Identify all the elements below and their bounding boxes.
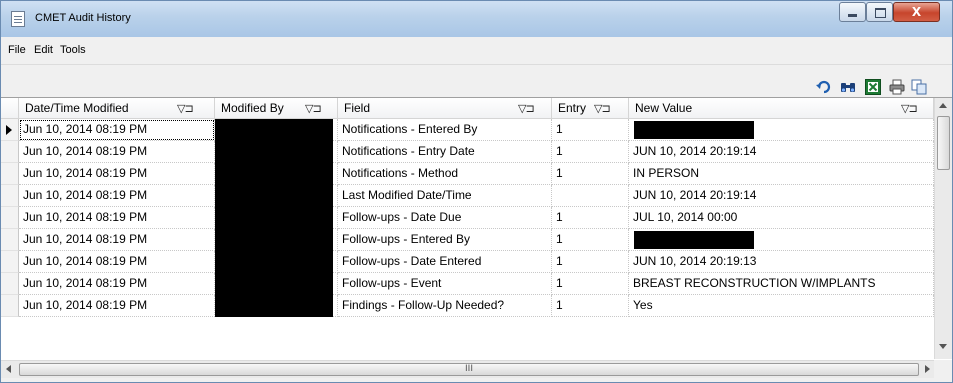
window-title: CMET Audit History [35,12,131,24]
field-cell[interactable]: Follow-ups - Date Due [338,207,552,229]
vertical-scroll-thumb[interactable] [937,116,950,170]
row-selector[interactable] [1,141,19,163]
row-selector[interactable] [1,185,19,207]
title-bar[interactable]: CMET Audit History X [1,1,952,37]
column-header-modified-by[interactable]: Modified By ▽⊐ [215,98,338,119]
excel-icon[interactable] [865,79,881,95]
minimize-button[interactable] [839,2,866,22]
entry-cell[interactable]: 1 [552,141,629,163]
new-value-cell[interactable]: Yes [629,295,934,317]
toolbar [1,65,952,97]
redaction-block [215,119,333,317]
date-cell[interactable]: Jun 10, 2014 08:19 PM [19,119,215,141]
vertical-scrollbar[interactable] [934,98,952,359]
filter-icon[interactable]: ▽⊐ [594,102,611,115]
new-value-cell[interactable]: JUN 10, 2014 20:19:14 [629,141,934,163]
audit-grid: Date/Time Modified ▽⊐ Modified By ▽⊐ Fie… [1,97,952,360]
row-selector[interactable] [1,207,19,229]
date-cell[interactable]: Jun 10, 2014 08:19 PM [19,141,215,163]
entry-cell[interactable] [552,185,629,207]
maximize-button[interactable] [866,2,893,22]
new-value-cell[interactable]: JUL 10, 2014 00:00 [629,207,934,229]
row-selector[interactable] [1,273,19,295]
menu-edit[interactable]: Edit [34,44,53,56]
field-cell[interactable]: Follow-ups - Date Entered [338,251,552,273]
scroll-left-icon[interactable] [6,365,11,373]
field-cell[interactable]: Last Modified Date/Time [338,185,552,207]
audit-history-window: CMET Audit History X File Edit Tools Dat… [0,0,953,383]
date-cell[interactable]: Jun 10, 2014 08:19 PM [19,229,215,251]
row-header-corner [1,98,19,119]
filter-icon[interactable]: ▽⊐ [518,102,535,115]
find-icon[interactable] [840,79,856,95]
scroll-right-icon[interactable] [925,365,930,373]
field-cell[interactable]: Notifications - Method [338,163,552,185]
row-selector[interactable] [1,251,19,273]
row-selector[interactable] [1,163,19,185]
date-cell[interactable]: Jun 10, 2014 08:19 PM [19,185,215,207]
column-header-field[interactable]: Field ▽⊐ [338,98,552,119]
filter-icon[interactable]: ▽⊐ [177,102,194,115]
menu-bar: File Edit Tools [1,37,952,65]
print-icon[interactable] [889,79,905,95]
scroll-up-icon[interactable] [939,103,947,108]
scrollbar-corner [934,360,952,378]
field-cell[interactable]: Follow-ups - Entered By [338,229,552,251]
row-selector[interactable] [1,119,19,141]
entry-cell[interactable]: 1 [552,119,629,141]
row-selector[interactable] [1,229,19,251]
field-cell[interactable]: Notifications - Entered By [338,119,552,141]
new-value-cell[interactable]: JUN 10, 2014 20:19:13 [629,251,934,273]
menu-file[interactable]: File [8,44,26,56]
field-cell[interactable]: Findings - Follow-Up Needed? [338,295,552,317]
date-cell[interactable]: Jun 10, 2014 08:19 PM [19,273,215,295]
entry-cell[interactable]: 1 [552,295,629,317]
entry-cell[interactable]: 1 [552,163,629,185]
menu-tools[interactable]: Tools [60,44,86,56]
close-icon: X [911,5,922,19]
filter-icon[interactable]: ▽⊐ [901,102,918,115]
document-icon [11,11,25,27]
field-cell[interactable]: Follow-ups - Event [338,273,552,295]
current-row-arrow-icon [6,125,12,135]
date-cell[interactable]: Jun 10, 2014 08:19 PM [19,251,215,273]
undo-icon[interactable] [816,79,832,95]
redaction-block [634,231,754,249]
entry-cell[interactable]: 1 [552,273,629,295]
date-cell[interactable]: Jun 10, 2014 08:19 PM [19,163,215,185]
new-value-cell[interactable]: BREAST RECONSTRUCTION W/IMPLANTS [629,273,934,295]
horizontal-scroll-thumb[interactable]: III [19,363,919,376]
new-value-cell[interactable]: IN PERSON [629,163,934,185]
date-cell[interactable]: Jun 10, 2014 08:19 PM [19,295,215,317]
row-selector[interactable] [1,295,19,317]
date-cell[interactable]: Jun 10, 2014 08:19 PM [19,207,215,229]
entry-cell[interactable]: 1 [552,207,629,229]
new-value-cell[interactable]: JUN 10, 2014 20:19:14 [629,185,934,207]
entry-cell[interactable]: 1 [552,251,629,273]
column-header-date[interactable]: Date/Time Modified ▽⊐ [19,98,215,119]
horizontal-scrollbar[interactable]: III [1,360,952,378]
column-header-new-value[interactable]: New Value ▽⊐ [629,98,934,119]
entry-cell[interactable]: 1 [552,229,629,251]
close-button[interactable]: X [893,2,940,22]
filter-icon[interactable]: ▽⊐ [305,102,322,115]
column-header-entry[interactable]: Entry ▽⊐ [552,98,629,119]
scroll-down-icon[interactable] [939,344,947,349]
field-cell[interactable]: Notifications - Entry Date [338,141,552,163]
redaction-block [634,121,754,139]
copy-icon[interactable] [911,79,927,95]
